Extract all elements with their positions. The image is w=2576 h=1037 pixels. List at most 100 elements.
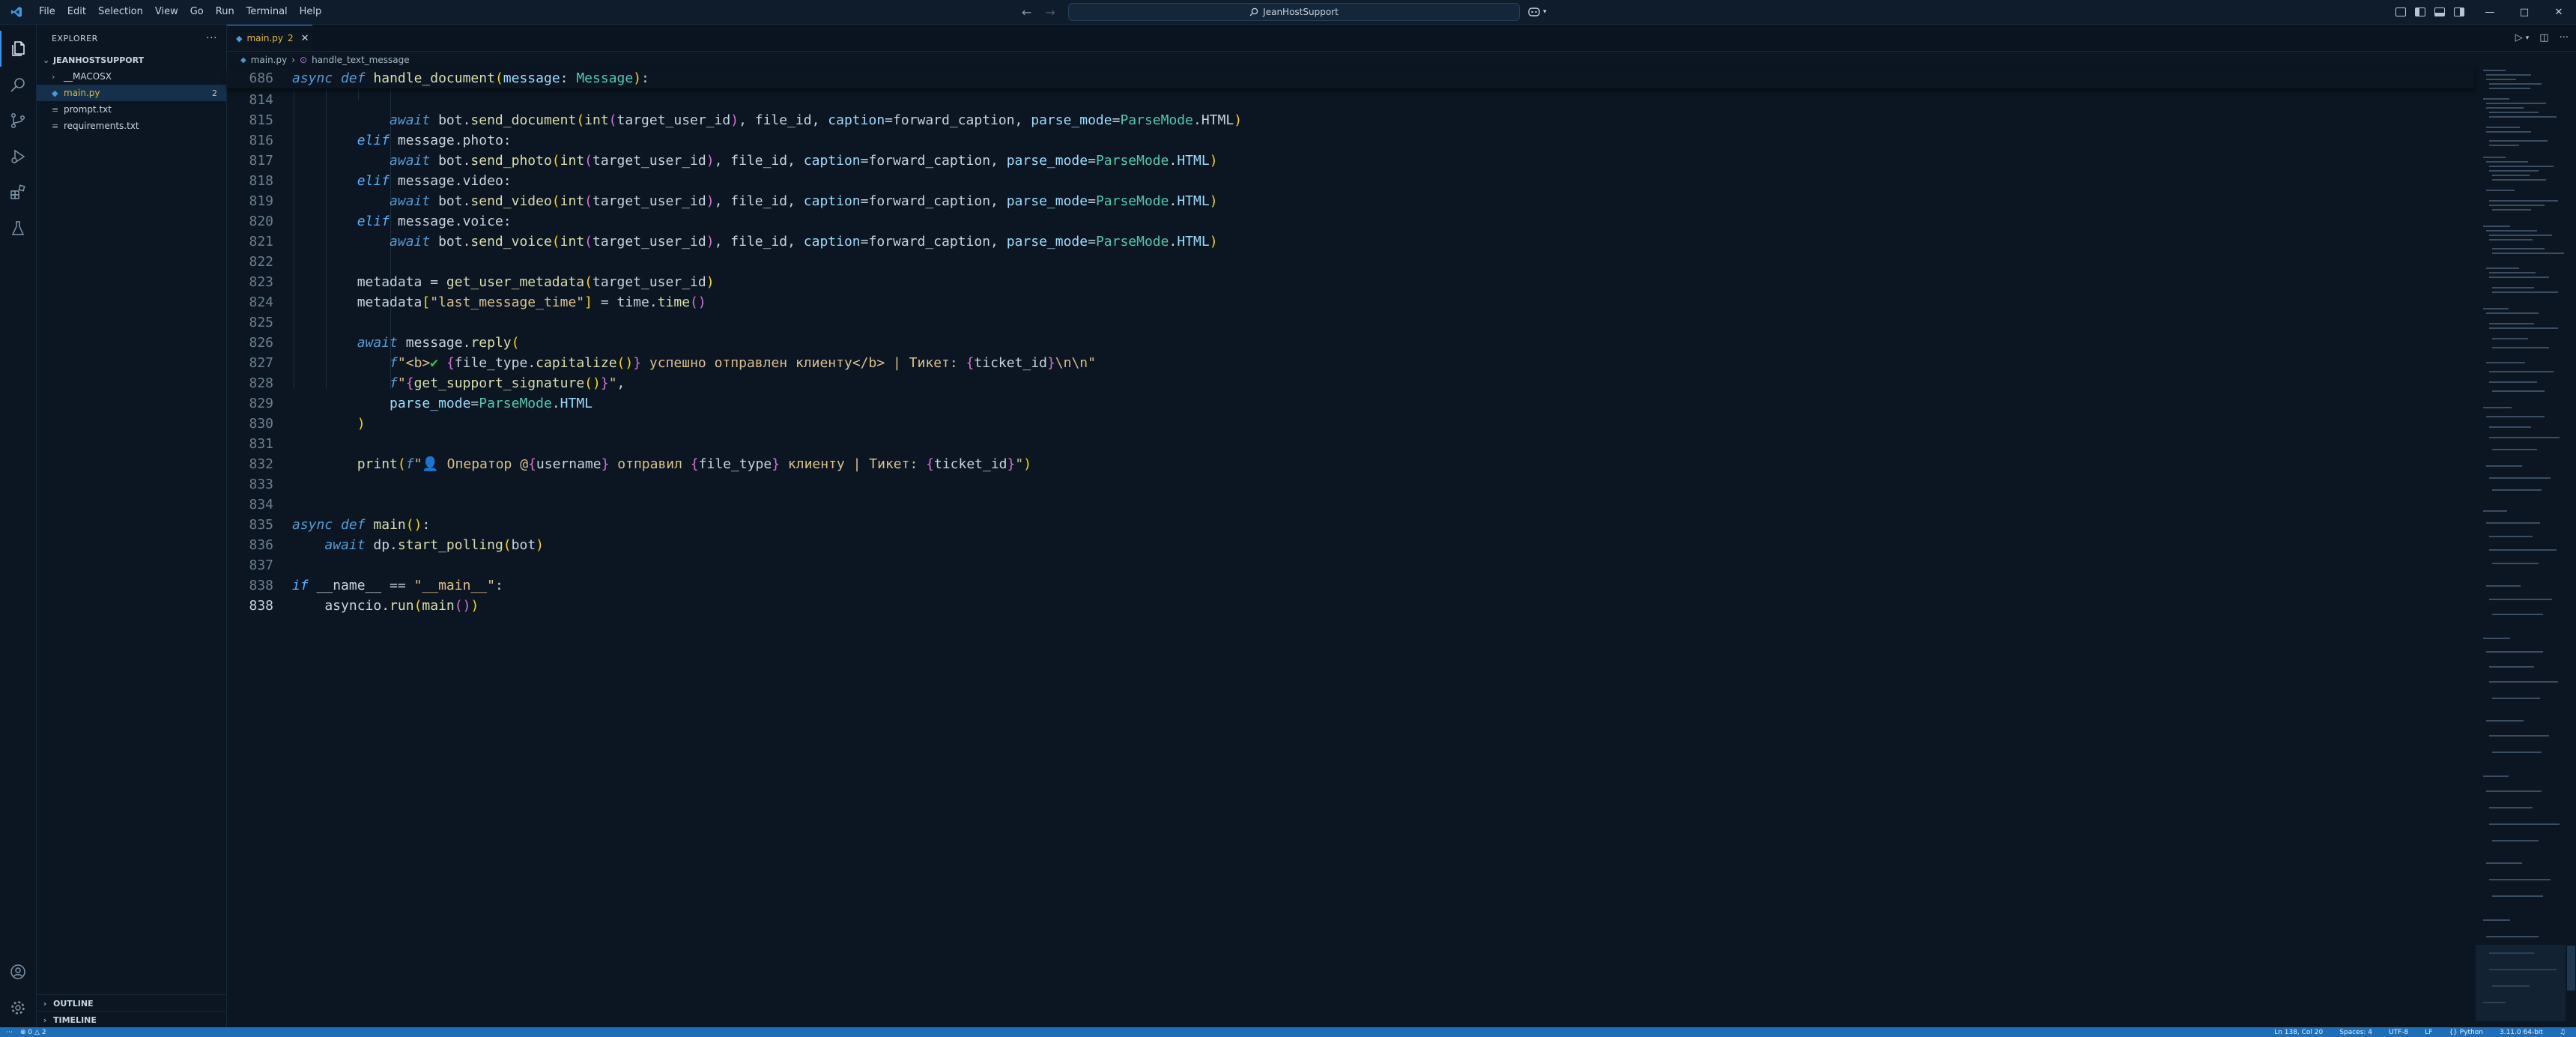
split-editor-icon[interactable]: ◫ (2539, 32, 2548, 43)
timeline-label: TIMELINE (53, 1015, 97, 1025)
editor-tab-bar: ◆ main.py 2 ✕ ▷ ▾ ◫ ··· (227, 25, 2576, 52)
close-tab-icon[interactable]: ✕ (301, 33, 309, 44)
tree-item-label: prompt.txt (64, 104, 112, 115)
maximize-icon[interactable]: □ (2507, 0, 2542, 24)
close-window-icon[interactable]: ✕ (2542, 0, 2576, 24)
language-mode[interactable]: {} Python (2449, 1029, 2483, 1036)
project-name: JEANHOSTSUPPORT (53, 55, 145, 65)
tree-item-macosx[interactable]: › __MACOSX (37, 68, 226, 85)
tree-item-label: __MACOSX (64, 71, 112, 82)
python-file-icon: ◆ (236, 33, 243, 43)
search-view-icon[interactable] (0, 67, 36, 103)
code-line-text: elif message.photo: (357, 133, 512, 148)
code-line-text: await bot.send_video(int(target_user_id)… (390, 193, 1218, 209)
code-line: 832 (227, 434, 273, 472)
settings-gear-icon[interactable] (0, 990, 36, 1026)
menu-edit[interactable]: Edit (61, 0, 92, 24)
window-controls: — □ ✕ (2473, 0, 2576, 24)
tree-item-main-py[interactable]: ◆ main.py 2 (37, 85, 226, 101)
source-control-icon[interactable] (0, 103, 36, 139)
more-actions-icon[interactable]: ··· (2560, 32, 2569, 43)
tree-item-prompt-txt[interactable]: ≡ prompt.txt (37, 101, 226, 118)
code-line: 826 f"<b>✔ {file_type.capitalize()} успе… (227, 312, 1096, 371)
copilot-menu[interactable]: ▾ (1528, 4, 1547, 20)
menu-run[interactable]: Run (210, 0, 240, 24)
code-line-text: await bot.send_photo(int(target_user_id)… (390, 153, 1218, 169)
sidebar-title: EXPLORER (52, 33, 98, 43)
code-line-text: await bot.send_voice(int(target_user_id)… (390, 234, 1218, 250)
customize-layout-icon[interactable] (2395, 7, 2406, 16)
run-debug-icon[interactable] (0, 139, 36, 175)
breadcrumb-symbol[interactable]: handle_text_message (312, 55, 410, 65)
code-line: 831 print(f"👤 Оператор @{username} отпра… (227, 414, 1031, 472)
chevron-down-icon[interactable]: ▾ (2526, 34, 2530, 42)
editor-actions: ▷ ▾ ◫ ··· (2515, 25, 2569, 51)
toggle-primary-sidebar-icon[interactable] (2415, 7, 2425, 16)
back-arrow-icon[interactable]: ← (1022, 5, 1031, 19)
code-line-text: if __name__ == "__main__": (292, 578, 503, 593)
problems-indicator[interactable]: ⊗ 0 △ 2 (20, 1029, 46, 1036)
code-line-text: metadata = get_user_metadata(target_user… (292, 274, 715, 290)
remote-icon[interactable]: ⋯ (6, 1029, 13, 1036)
warning-icon: △ (34, 1028, 40, 1036)
navigation-arrows: ← → (1022, 0, 1055, 24)
code-line: 834 async def main(): (227, 474, 430, 533)
minimize-icon[interactable]: — (2473, 0, 2507, 24)
title-bar: File Edit Selection View Go Run Terminal… (0, 0, 2576, 25)
tree-item-requirements-txt[interactable]: ≡ requirements.txt (37, 118, 226, 134)
explorer-icon[interactable] (0, 31, 36, 67)
breadcrumb-file[interactable]: main.py (251, 55, 288, 65)
menu-help[interactable]: Help (294, 0, 328, 24)
code-line-text: async def main(): (292, 517, 431, 533)
forward-arrow-icon[interactable]: → (1045, 5, 1055, 19)
python-interpreter[interactable]: 3.11.0 64-bit (2500, 1029, 2543, 1036)
code-line-text: asyncio.run(main()) (292, 598, 479, 614)
encoding[interactable]: UTF-8 (2389, 1029, 2408, 1036)
layout-controls (2395, 0, 2464, 24)
cursor-position[interactable]: Ln 138, Col 20 (2274, 1029, 2323, 1036)
menu-terminal[interactable]: Terminal (240, 0, 294, 24)
tab-main-py[interactable]: ◆ main.py 2 ✕ (227, 25, 312, 51)
menu-file[interactable]: File (33, 0, 61, 24)
extensions-icon[interactable] (0, 175, 36, 211)
code-editor[interactable]: 814 await bot.send_document(int(target_u… (227, 70, 2474, 1021)
sticky-scroll-header[interactable]: 686 async def handle_document(message: M… (227, 68, 2474, 88)
indentation[interactable]: Spaces: 4 (2339, 1029, 2372, 1036)
timeline-section[interactable]: › TIMELINE (37, 1011, 226, 1028)
menu-go[interactable]: Go (184, 0, 210, 24)
tab-label: main.py (246, 33, 283, 43)
code-line-text: f"<b>✔ {file_type.capitalize()} успешно … (390, 355, 1096, 371)
code-line: 823 metadata["last_message_time"] = time… (227, 252, 706, 310)
explorer-sidebar: EXPLORER ··· ⌄ JEANHOSTSUPPORT › __MACOS… (37, 25, 227, 1027)
menu-selection[interactable]: Selection (92, 0, 149, 24)
outline-label: OUTLINE (53, 998, 94, 1009)
end-of-line[interactable]: LF (2425, 1029, 2432, 1036)
code-line-text: f"{get_support_signature()}", (390, 375, 625, 391)
code-line: 824 (227, 272, 273, 310)
scrollbar-thumb[interactable] (2567, 946, 2575, 991)
menu-view[interactable]: View (149, 0, 184, 24)
run-python-file-icon[interactable]: ▷ (2515, 32, 2523, 43)
notifications-bell-icon[interactable]: ♫ (2560, 1029, 2566, 1036)
code-line: 833 (227, 454, 273, 492)
chevron-right-icon: › (43, 1015, 47, 1025)
vertical-scrollbar[interactable] (2566, 68, 2576, 1021)
code-line: 838 asyncio.run(main()) (227, 555, 479, 614)
account-icon[interactable] (0, 954, 36, 990)
command-center-search[interactable]: JeanHostSupport (1068, 3, 1520, 21)
code-line: 820 await bot.send_voice(int(target_user… (227, 191, 1217, 250)
project-folder-row[interactable]: ⌄ JEANHOSTSUPPORT (37, 52, 226, 68)
minimap[interactable] (2476, 68, 2566, 1021)
testing-icon[interactable] (0, 211, 36, 247)
tree-item-label: main.py (64, 88, 100, 98)
code-line-text: async def handle_document(message: Messa… (292, 70, 649, 86)
more-actions-icon[interactable]: ··· (206, 32, 217, 44)
code-line: 819 elif message.voice: (227, 171, 511, 229)
code-line-text: await dp.start_polling(bot) (324, 537, 544, 553)
toggle-panel-icon[interactable] (2434, 7, 2445, 16)
error-count: 0 (28, 1028, 33, 1036)
toggle-secondary-sidebar-icon[interactable] (2454, 7, 2464, 16)
outline-section[interactable]: › OUTLINE (37, 994, 226, 1012)
chevron-down-icon: ⌄ (43, 55, 50, 65)
code-line-text: elif message.voice: (357, 214, 512, 229)
